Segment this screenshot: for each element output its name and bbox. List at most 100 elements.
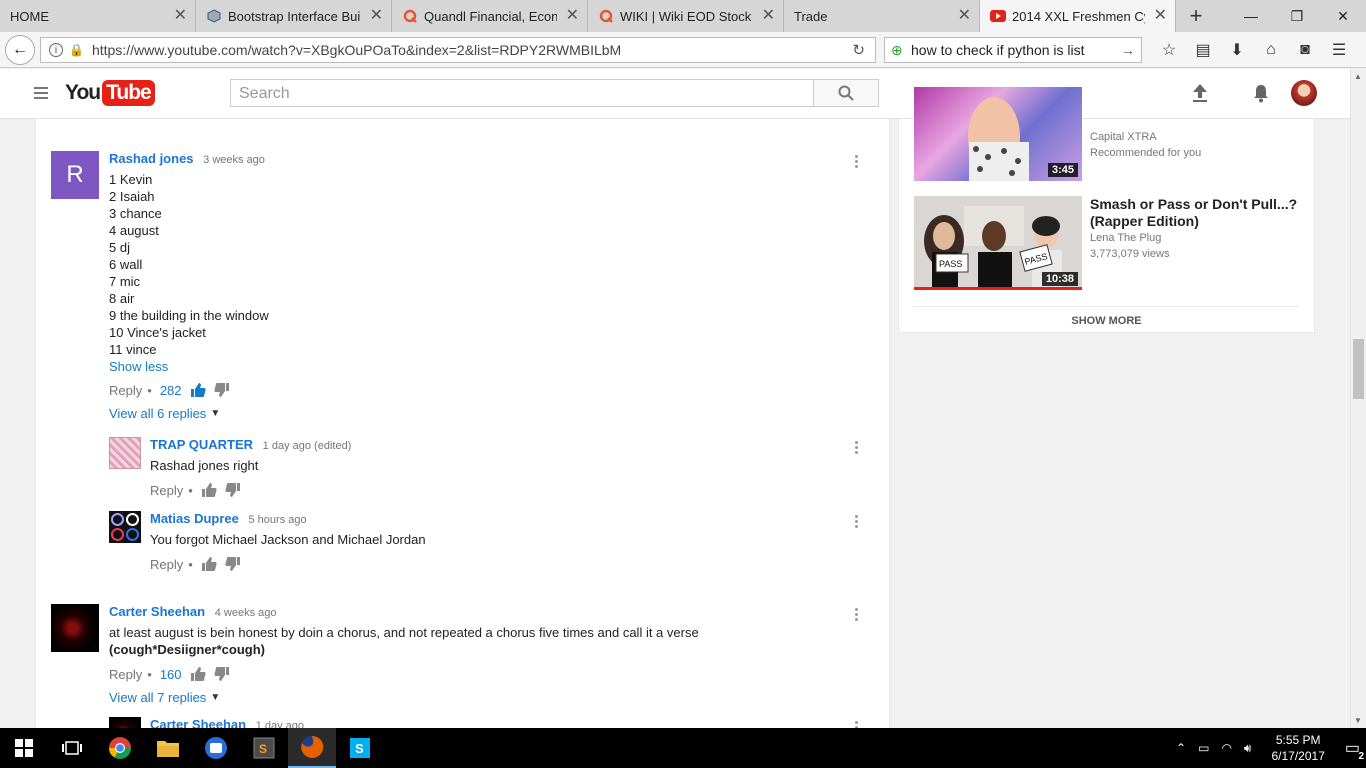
more-options-icon[interactable] bbox=[855, 608, 859, 621]
tab-close-icon[interactable]: ✕ bbox=[174, 8, 187, 24]
scrollbar-thumb[interactable] bbox=[1353, 339, 1364, 399]
wifi-icon[interactable]: ◠ bbox=[1221, 741, 1231, 755]
volume-icon[interactable]: 🔊︎ bbox=[1244, 741, 1252, 756]
svg-text:PASS: PASS bbox=[939, 259, 962, 269]
scroll-up-icon[interactable]: ▲ bbox=[1354, 72, 1362, 81]
tab-wiki[interactable]: WIKI | Wiki EOD Stock Pr ✕ bbox=[588, 0, 784, 32]
reply-button[interactable]: Reply bbox=[150, 557, 183, 572]
tab-close-icon[interactable]: ✕ bbox=[566, 8, 579, 24]
avatar[interactable] bbox=[51, 604, 99, 652]
notification-center-icon[interactable]: ▭ 2 bbox=[1345, 738, 1364, 762]
youtube-search-input[interactable]: Search bbox=[230, 79, 814, 107]
reply-button[interactable]: Reply bbox=[150, 483, 183, 498]
thumbs-up-icon[interactable] bbox=[190, 382, 206, 398]
tab-close-icon[interactable]: ✕ bbox=[1154, 8, 1167, 24]
back-arrow-icon[interactable]: ← bbox=[5, 34, 35, 65]
thumbs-up-icon[interactable] bbox=[190, 666, 206, 682]
sublime-taskbar-item[interactable]: S bbox=[240, 728, 288, 768]
reply-button[interactable]: Reply bbox=[109, 383, 142, 398]
chevron-up-icon[interactable]: ⌃ bbox=[1176, 741, 1186, 755]
more-options-icon[interactable] bbox=[855, 515, 859, 528]
more-options-icon[interactable] bbox=[855, 721, 859, 728]
tab-quandl[interactable]: Quandl Financial, Econo ✕ bbox=[392, 0, 588, 32]
chrome-taskbar-item[interactable] bbox=[96, 728, 144, 768]
skype-taskbar-item[interactable]: S bbox=[336, 728, 384, 768]
hamburger-menu-icon[interactable] bbox=[34, 87, 48, 99]
comment-author[interactable]: Carter Sheehan bbox=[150, 717, 246, 728]
new-tab-button[interactable]: + bbox=[1176, 0, 1216, 32]
comment-author[interactable]: Matias Dupree bbox=[150, 511, 239, 526]
thumbs-up-icon[interactable] bbox=[201, 482, 217, 498]
avatar[interactable] bbox=[109, 717, 141, 728]
more-options-icon[interactable] bbox=[855, 441, 859, 454]
page-scrollbar[interactable]: ▲ ▼ bbox=[1350, 69, 1366, 728]
tab-close-icon[interactable]: ✕ bbox=[370, 8, 383, 24]
show-less-link[interactable]: Show less bbox=[109, 359, 269, 374]
arrow-right-icon[interactable]: → bbox=[1121, 42, 1135, 58]
related-video[interactable]: 3:45 Capital XTRA Recommended for you bbox=[914, 87, 1304, 181]
youtube-logo[interactable]: You Tube bbox=[65, 80, 155, 106]
thumbs-down-icon[interactable] bbox=[225, 482, 241, 498]
reply-button[interactable]: Reply bbox=[109, 667, 142, 682]
task-view-button[interactable] bbox=[48, 728, 96, 768]
comment-time[interactable]: 1 day ago bbox=[256, 720, 304, 728]
url-bar[interactable]: i 🔒 https://www.youtube.com/watch?v=XBgk… bbox=[40, 37, 876, 63]
download-icon[interactable]: ⬇ bbox=[1220, 37, 1254, 63]
comment-author[interactable]: TRAP QUARTER bbox=[150, 437, 253, 452]
search-button[interactable] bbox=[813, 79, 879, 107]
comment-author[interactable]: Rashad jones bbox=[109, 151, 194, 166]
comment-time[interactable]: 5 hours ago bbox=[249, 514, 307, 526]
start-button[interactable] bbox=[0, 728, 48, 768]
avatar[interactable] bbox=[109, 511, 141, 543]
view-replies-link[interactable]: View all 7 replies ▼ bbox=[109, 690, 869, 705]
battery-icon[interactable]: ▭ bbox=[1198, 741, 1209, 755]
tab-home[interactable]: HOME ✕ bbox=[0, 0, 196, 32]
reading-list-icon[interactable]: ▤ bbox=[1186, 37, 1220, 63]
tab-close-icon[interactable]: ✕ bbox=[958, 8, 971, 24]
tab-close-icon[interactable]: ✕ bbox=[762, 8, 775, 24]
comment-author[interactable]: Carter Sheehan bbox=[109, 604, 205, 619]
url-text[interactable]: https://www.youtube.com/watch?v=XBgkOuPO… bbox=[92, 42, 621, 58]
info-icon[interactable]: i bbox=[49, 43, 63, 57]
tab-bootstrap[interactable]: Bootstrap Interface Build ✕ bbox=[196, 0, 392, 32]
video-channel[interactable]: Lena The Plug bbox=[1090, 230, 1304, 246]
home-icon[interactable]: ⌂ bbox=[1254, 37, 1288, 63]
clock[interactable]: 5:55 PM 6/17/2017 bbox=[1271, 732, 1324, 764]
avatar[interactable] bbox=[109, 437, 141, 469]
app-taskbar-item[interactable] bbox=[192, 728, 240, 768]
browser-search-value[interactable]: how to check if python is list bbox=[911, 42, 1085, 58]
comment-time[interactable]: 1 day ago (edited) bbox=[263, 440, 352, 452]
view-replies-link[interactable]: View all 6 replies ▼ bbox=[109, 406, 269, 421]
pocket-icon[interactable]: ◙ bbox=[1288, 37, 1322, 63]
show-more-button[interactable]: SHOW MORE bbox=[914, 306, 1299, 327]
thumbs-down-icon[interactable] bbox=[213, 382, 230, 398]
more-options-icon[interactable] bbox=[855, 155, 859, 168]
video-title[interactable]: Smash or Pass or Don't Pull...? (Rapper … bbox=[1090, 196, 1304, 230]
avatar[interactable]: R bbox=[51, 151, 99, 199]
search-engine-icon[interactable]: ⊕ bbox=[891, 42, 907, 58]
system-tray: ⌃ ▭ ◠ 🔊︎ 5:55 PM 6/17/2017 ▭ 2 bbox=[1170, 728, 1366, 768]
thumbs-down-icon[interactable] bbox=[213, 666, 230, 682]
tab-trade[interactable]: Trade ✕ bbox=[784, 0, 980, 32]
thumbs-down-icon[interactable] bbox=[225, 556, 241, 572]
file-explorer-taskbar-item[interactable] bbox=[144, 728, 192, 768]
firefox-taskbar-item[interactable] bbox=[288, 728, 336, 768]
scroll-down-icon[interactable]: ▼ bbox=[1354, 716, 1362, 725]
comment-text-line: 8 air bbox=[109, 291, 135, 306]
restore-icon[interactable]: ❐ bbox=[1274, 0, 1320, 32]
video-thumbnail[interactable]: 3:45 bbox=[914, 87, 1082, 181]
comment-time[interactable]: 4 weeks ago bbox=[215, 607, 277, 619]
minimize-icon[interactable]: — bbox=[1228, 0, 1274, 32]
thumbs-up-icon[interactable] bbox=[201, 556, 217, 572]
lock-icon: 🔒 bbox=[69, 43, 84, 57]
close-icon[interactable]: ✕ bbox=[1320, 0, 1366, 32]
star-icon[interactable]: ☆ bbox=[1152, 37, 1186, 63]
browser-search-field[interactable]: ⊕ how to check if python is list → bbox=[884, 37, 1142, 63]
reload-icon[interactable]: ↻ bbox=[852, 41, 865, 59]
video-thumbnail[interactable]: PASS PASS 10:38 bbox=[914, 196, 1082, 290]
related-video[interactable]: PASS PASS 10:38 Smash or Pass or Don't P… bbox=[914, 196, 1304, 290]
menu-icon[interactable]: ☰ bbox=[1322, 37, 1356, 63]
comment-time[interactable]: 3 weeks ago bbox=[203, 154, 265, 166]
video-channel[interactable]: Capital XTRA bbox=[1090, 129, 1304, 145]
tab-youtube[interactable]: 2014 XXL Freshmen Cyp ✕ bbox=[980, 0, 1176, 32]
